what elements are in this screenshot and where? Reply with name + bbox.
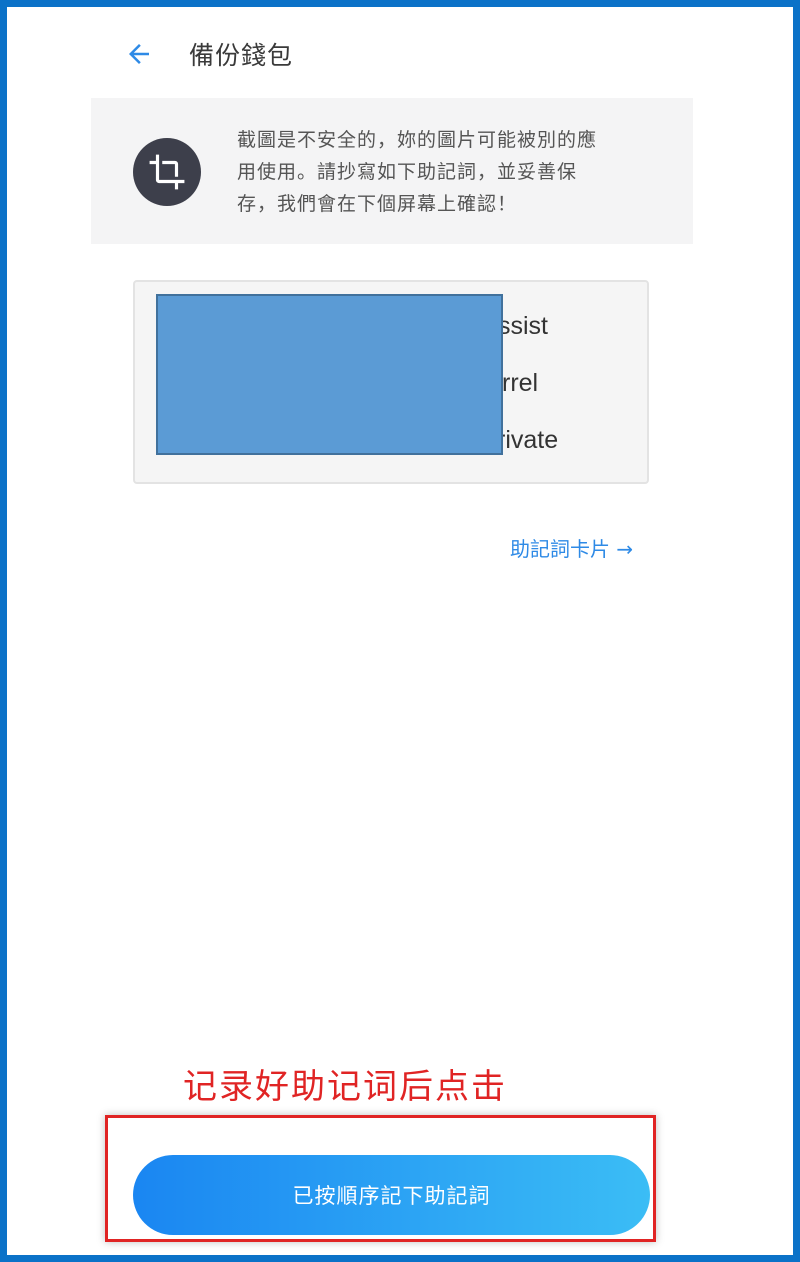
warning-text-line: 截圖是不安全的，妳的圖片可能被別的應 (237, 129, 598, 151)
warning-text-line: 用使用。請抄寫如下助記詞，並妥善保 (237, 161, 578, 183)
mnemonic-card-link[interactable]: 助記詞卡片 → (510, 533, 633, 562)
screenshot-warning-banner: 截圖是不安全的，妳的圖片可能被別的應 用使用。請抄寫如下助記詞，並妥善保 存，我… (91, 98, 693, 244)
annotation-text: 记录好助记词后点击 (183, 1067, 507, 1107)
screenshot-frame: 備份錢包 截圖是不安全的，妳的圖片可能被別的應 用使用。請抄寫如下助記詞，並妥善… (0, 0, 800, 1262)
crop-icon (133, 138, 201, 206)
redaction-overlay (156, 294, 503, 455)
top-bar: 備份錢包 (117, 31, 293, 77)
mnemonic-word: rivate (497, 426, 559, 454)
arrow-left-icon (129, 44, 149, 64)
mnemonic-word: ssist (498, 312, 548, 340)
mnemonic-word: rrel (502, 369, 539, 397)
warning-text: 截圖是不安全的，妳的圖片可能被別的應 用使用。請抄寫如下助記詞，並妥善保 存，我… (237, 124, 657, 220)
page-title: 備份錢包 (189, 41, 294, 70)
back-button[interactable] (117, 32, 161, 76)
confirm-recorded-button[interactable]: 已按順序記下助記詞 (133, 1155, 650, 1235)
warning-text-line: 存，我們會在下個屏幕上確認！ (237, 193, 518, 215)
